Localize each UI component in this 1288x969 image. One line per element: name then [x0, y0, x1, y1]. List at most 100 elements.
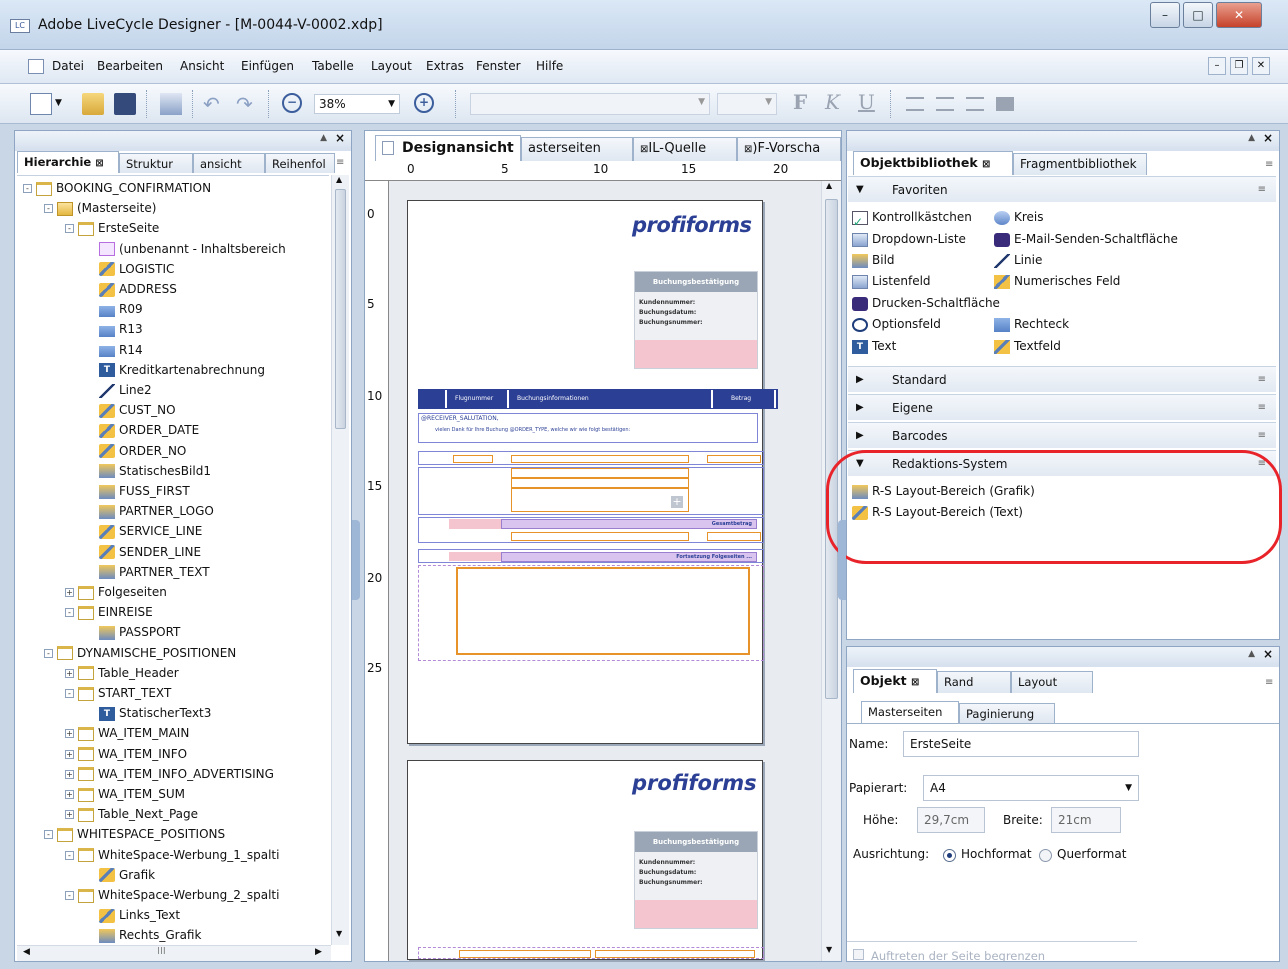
save-icon[interactable] [114, 93, 136, 115]
tab-ansicht[interactable]: ansicht [193, 153, 265, 173]
expand-icon[interactable]: + [65, 790, 74, 799]
close-icon[interactable]: × [335, 131, 345, 145]
tab-reihenfolge[interactable]: Reihenfol [265, 153, 335, 173]
field[interactable] [511, 478, 689, 488]
close-icon[interactable]: × [1263, 131, 1273, 145]
tree-item[interactable]: SENDER_LINE [86, 542, 201, 562]
close-icon[interactable]: ⊠ [95, 158, 103, 169]
tree-item[interactable]: + WA_ITEM_INFO_ADVERTISING [65, 764, 274, 784]
close-button[interactable]: ✕ [1216, 2, 1262, 28]
tree-item[interactable]: SERVICE_LINE [86, 521, 202, 541]
library-item[interactable]: Textfeld [994, 336, 1061, 356]
menu-hilfe[interactable]: Hilfe [536, 59, 563, 73]
collapse-icon[interactable]: - [65, 689, 74, 698]
collapse-icon[interactable]: - [65, 850, 74, 860]
section-favoriten[interactable]: ▼ Favoriten ≡ [848, 176, 1276, 202]
tree-item[interactable]: + WA_ITEM_SUM [65, 784, 185, 804]
panel-menu-icon[interactable]: ▲ [1248, 649, 1255, 659]
tab-struktur[interactable]: Struktur [119, 153, 193, 173]
scroll-left-icon[interactable]: ◀ [23, 947, 30, 957]
library-item[interactable]: T Text [852, 336, 896, 356]
tree-item[interactable]: - WhiteSpace-Werbung_1_spalti [65, 845, 279, 865]
expand-icon[interactable]: + [65, 588, 74, 597]
booking-info-box[interactable]: Buchungsbestätigung Kundennummer: Buchun… [634, 271, 758, 369]
tree-item[interactable]: T Kreditkartenabrechnung [86, 360, 265, 380]
panel-menu-icon[interactable]: ▲ [1248, 133, 1255, 143]
collapse-icon[interactable]: - [65, 224, 74, 234]
menu-tabelle[interactable]: Tabelle [312, 59, 354, 73]
tab-rand[interactable]: Rand [937, 671, 1011, 693]
section-barcodes[interactable]: ▶ Barcodes ≡ [848, 422, 1276, 448]
wa-item-info[interactable]: + [418, 467, 764, 515]
tree-item[interactable]: (unbenannt - Inhaltsbereich [86, 239, 286, 259]
italic-button[interactable]: K [825, 90, 840, 114]
field[interactable] [459, 950, 591, 958]
doc-restore-button[interactable]: ❐ [1230, 57, 1248, 75]
tab-xml-quelle[interactable]: ⊠IL-Quelle [633, 137, 737, 161]
expand-icon[interactable]: + [65, 810, 74, 820]
tree-item[interactable]: Line2 [86, 380, 152, 400]
menu-bearbeiten[interactable]: Bearbeiten [97, 59, 163, 73]
tree-item[interactable]: PASSPORT [86, 622, 180, 642]
tree-item[interactable]: ORDER_DATE [86, 420, 199, 440]
tree-item[interactable]: - DYNAMISCHE_POSITIONEN [44, 643, 236, 663]
tree-horizontal-scrollbar[interactable]: ◀ III ▶ [17, 945, 331, 961]
tree-item[interactable]: Links_Text [86, 905, 180, 925]
tree-item[interactable]: StatischesBild1 [86, 461, 211, 481]
section-menu-icon[interactable]: ≡ [1258, 177, 1266, 203]
tree-item[interactable]: - ErsteSeite [65, 218, 159, 238]
tree-item[interactable]: Grafik [86, 865, 155, 885]
library-item[interactable]: Numerisches Feld [994, 271, 1120, 291]
tree-item[interactable]: T StatischerText3 [86, 703, 211, 723]
expand-icon[interactable]: + [65, 729, 74, 739]
menu-einfuegen[interactable]: Einfügen [241, 59, 294, 73]
limit-occurrence-checkbox[interactable] [853, 949, 864, 960]
tree-item[interactable]: + WA_ITEM_MAIN [65, 723, 189, 743]
maximize-button[interactable]: □ [1183, 2, 1213, 28]
tree-item[interactable]: ORDER_NO [86, 441, 186, 461]
font-family-select[interactable]: ▼ [470, 93, 710, 115]
section-menu-icon[interactable]: ≡ [1258, 367, 1266, 393]
tab-masterseiten[interactable]: asterseiten [521, 137, 633, 161]
form-page-2[interactable]: profiforms Buchungsbestätigung Kundennum… [407, 760, 764, 960]
field[interactable] [511, 532, 689, 541]
scroll-up-icon[interactable]: ▲ [336, 175, 342, 184]
font-size-select[interactable]: ▼ [717, 93, 777, 115]
scrollbar-thumb[interactable] [825, 199, 838, 699]
scroll-grip[interactable]: III [157, 946, 166, 957]
tree-item[interactable]: R09 [86, 299, 143, 319]
tab-pdf-vorschau[interactable]: ⊠)F-Vorscha [737, 137, 841, 161]
start-text-block[interactable]: @RECEIVER_SALUTATION, vielen Dank für Ih… [418, 413, 758, 443]
paper-select[interactable]: A4 ▼ [923, 775, 1139, 801]
tree-item[interactable]: - EINREISE [65, 602, 153, 622]
library-item[interactable]: Linie [994, 250, 1042, 270]
field[interactable] [707, 455, 761, 463]
field[interactable] [595, 950, 755, 958]
scrollbar-thumb[interactable] [335, 189, 346, 429]
redo-icon[interactable]: ↷ [236, 92, 253, 116]
tree-item[interactable]: Rechts_Grafik [86, 925, 201, 945]
field[interactable] [707, 532, 761, 541]
tab-objektbibliothek[interactable]: Objektbibliothek ⊠ [853, 151, 1013, 175]
fortsetzung-field[interactable]: Fortsetzung Folgeseiten ... [501, 552, 757, 562]
bold-button[interactable]: F [793, 90, 807, 114]
tab-masterseiten[interactable]: Masterseiten [861, 701, 959, 723]
library-item[interactable]: ✓ Kontrollkästchen [852, 207, 972, 229]
menu-fenster[interactable]: Fenster [476, 59, 521, 73]
library-item[interactable]: Optionsfeld [852, 314, 941, 334]
library-item[interactable]: Bild [852, 250, 895, 270]
menu-extras[interactable]: Extras [426, 59, 464, 73]
close-icon[interactable]: ⊠ [911, 677, 919, 688]
library-item[interactable]: Rechteck [994, 314, 1069, 334]
field[interactable] [511, 488, 689, 512]
scroll-down-icon[interactable]: ▼ [826, 945, 832, 954]
close-icon[interactable]: ⊠ [982, 159, 990, 170]
wa-item-sum[interactable]: Gesamtbetrag [418, 517, 764, 543]
tree-item[interactable]: LOGISTIC [86, 259, 174, 279]
tab-layout[interactable]: Layout [1011, 671, 1093, 693]
library-item[interactable]: Listenfeld [852, 271, 931, 291]
align-left-icon[interactable] [906, 97, 924, 111]
gesamtbetrag-field[interactable]: Gesamtbetrag [501, 519, 757, 529]
radio-querformat[interactable] [1039, 849, 1052, 862]
tree-item[interactable]: - BOOKING_CONFIRMATION [23, 178, 211, 198]
